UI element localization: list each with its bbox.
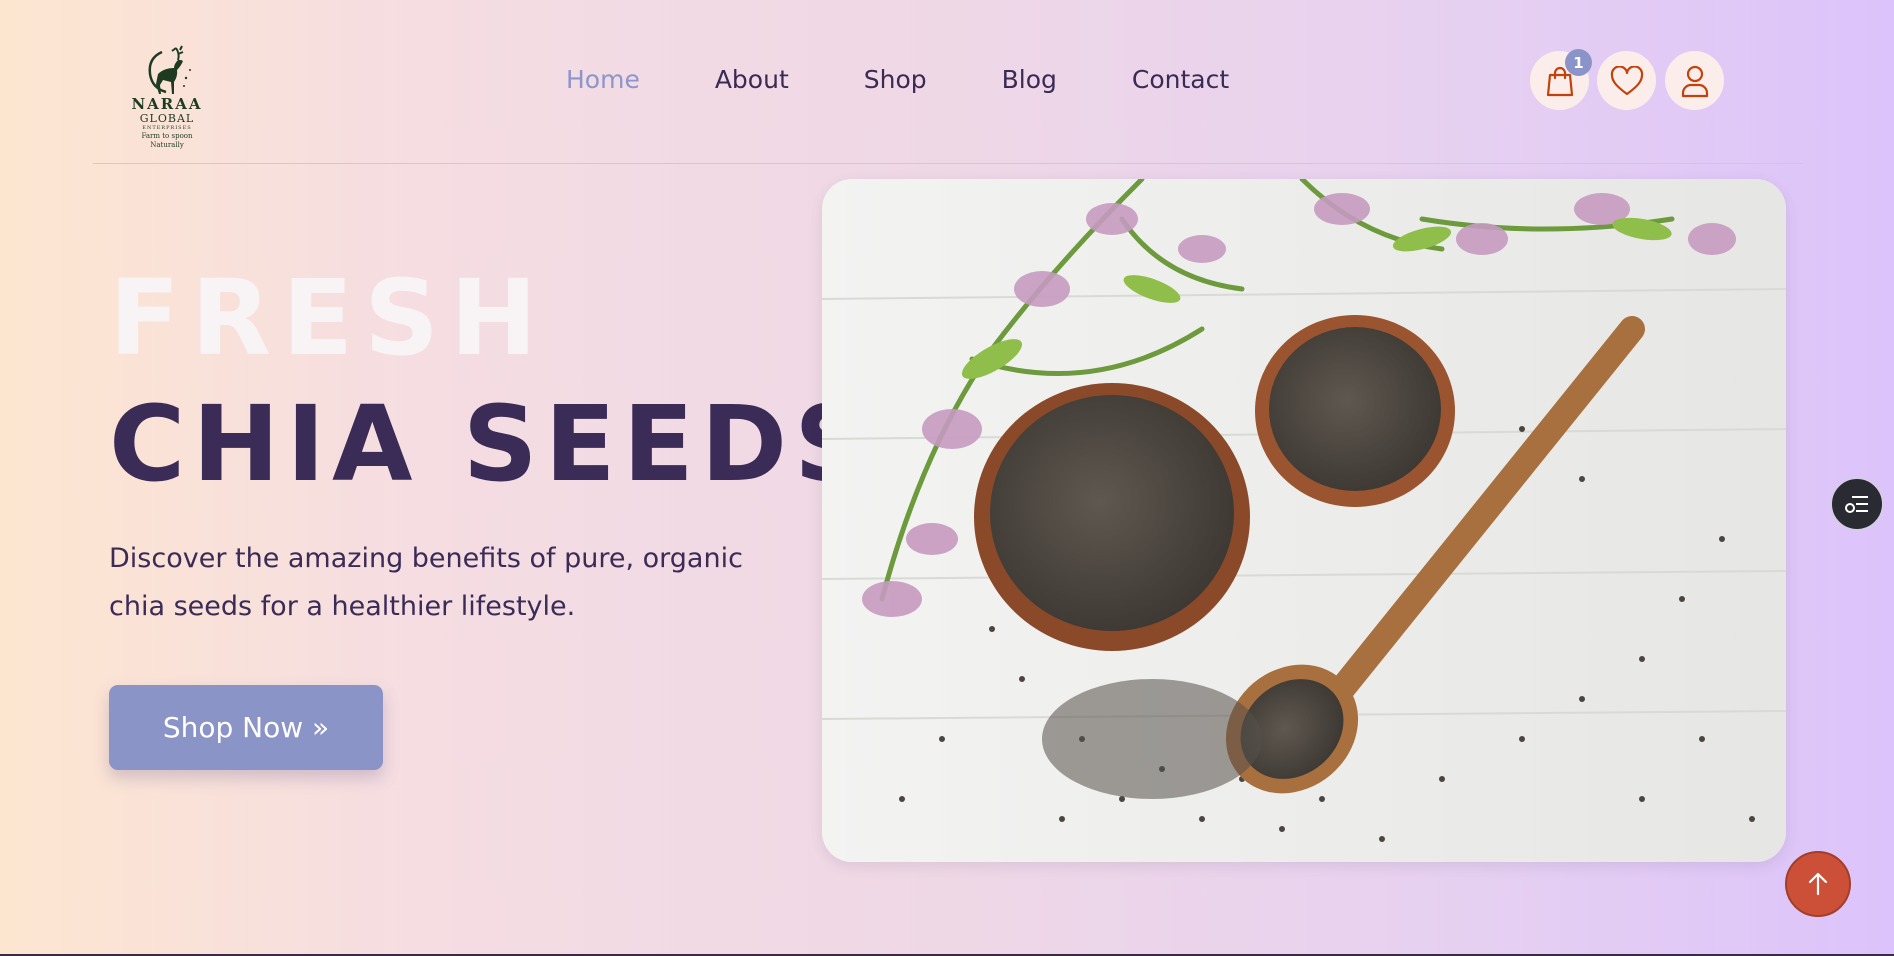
deer-icon [148,45,191,94]
floating-menu-button[interactable] [1830,477,1884,531]
account-button[interactable] [1665,51,1724,110]
hero-description: Discover the amazing benefits of pure, o… [109,543,743,622]
nav-blog[interactable]: Blog [1002,60,1057,100]
logo-brand: NARAA [131,95,203,113]
logo-tagline: Farm to spoon Naturally [141,132,193,149]
logo-sub2: ENTERPRISES [142,125,192,131]
list-menu-icon [1845,496,1868,513]
cart-badge: 1 [1565,49,1592,76]
arrow-up-icon [1808,872,1828,896]
nav-contact[interactable]: Contact [1132,60,1229,100]
logo-sub: GLOBAL [139,112,195,125]
hero-title-line1: FRESH [109,257,549,379]
hero-title-line2: CHIA SEEDS [109,383,876,505]
logo[interactable]: NARAA GLOBAL ENTERPRISES Farm to spoon N… [125,44,209,149]
cart-button[interactable]: 1 [1530,49,1592,110]
site-header: NARAA GLOBAL ENTERPRISES Farm to spoon N… [93,0,1803,164]
shop-now-button[interactable]: Shop Now » [109,685,383,770]
hero-image-chia-seeds [822,179,1786,862]
heart-icon [1610,65,1643,95]
user-icon [1681,65,1708,97]
wishlist-button[interactable] [1597,51,1656,110]
main-nav: Home About Shop Blog Contact [566,60,1304,100]
nav-about[interactable]: About [715,60,789,100]
nav-shop[interactable]: Shop [864,60,927,100]
scroll-to-top-button[interactable] [1785,851,1851,917]
nav-home[interactable]: Home [566,60,640,100]
